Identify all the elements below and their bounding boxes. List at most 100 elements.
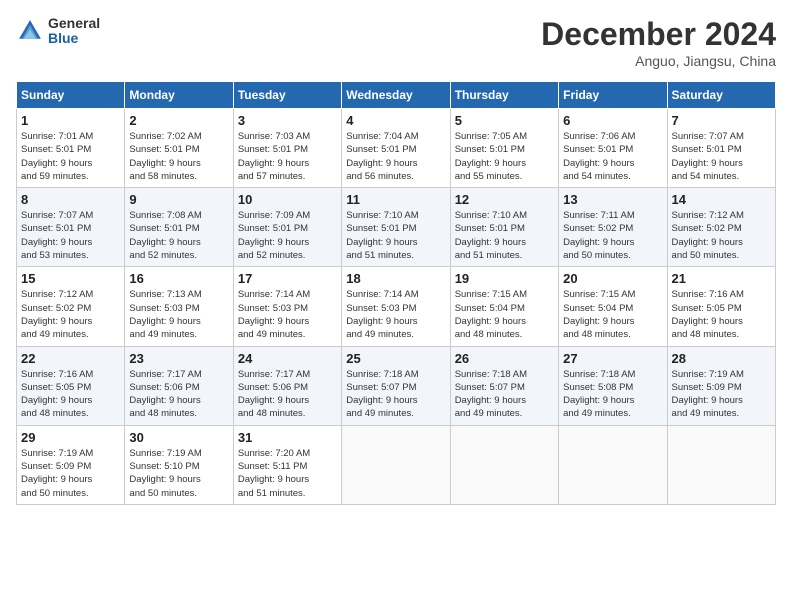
day-info: Sunrise: 7:05 AM Sunset: 5:01 PM Dayligh… <box>455 130 554 183</box>
calendar-cell: 6 Sunrise: 7:06 AM Sunset: 5:01 PM Daylig… <box>559 109 667 188</box>
calendar-cell: 1Sunrise: 7:01 AM Sunset: 5:01 PM Daylig… <box>17 109 125 188</box>
calendar-cell: 25 Sunrise: 7:18 AM Sunset: 5:07 PM Dayli… <box>342 346 450 425</box>
day-number: 28 <box>672 351 771 366</box>
logo-icon <box>16 17 44 45</box>
day-number: 19 <box>455 271 554 286</box>
day-info: Sunrise: 7:10 AM Sunset: 5:01 PM Dayligh… <box>455 209 554 262</box>
day-number: 24 <box>238 351 337 366</box>
day-info: Sunrise: 7:18 AM Sunset: 5:07 PM Dayligh… <box>346 368 445 421</box>
calendar-cell <box>342 425 450 504</box>
calendar-cell: 22 Sunrise: 7:16 AM Sunset: 5:05 PM Dayli… <box>17 346 125 425</box>
day-number: 5 <box>455 113 554 128</box>
day-info: Sunrise: 7:19 AM Sunset: 5:10 PM Dayligh… <box>129 447 228 500</box>
day-info: Sunrise: 7:10 AM Sunset: 5:01 PM Dayligh… <box>346 209 445 262</box>
day-number: 30 <box>129 430 228 445</box>
day-info: Sunrise: 7:12 AM Sunset: 5:02 PM Dayligh… <box>21 288 120 341</box>
location-text: Anguo, Jiangsu, China <box>541 53 776 69</box>
calendar-cell <box>667 425 775 504</box>
calendar-cell: 16Sunrise: 7:13 AM Sunset: 5:03 PM Dayli… <box>125 267 233 346</box>
day-info: Sunrise: 7:12 AM Sunset: 5:02 PM Dayligh… <box>672 209 771 262</box>
day-info: Sunrise: 7:08 AM Sunset: 5:01 PM Dayligh… <box>129 209 228 262</box>
calendar-week-row: 15 Sunrise: 7:12 AM Sunset: 5:02 PM Dayli… <box>17 267 776 346</box>
day-number: 20 <box>563 271 662 286</box>
calendar-cell: 30 Sunrise: 7:19 AM Sunset: 5:10 PM Dayli… <box>125 425 233 504</box>
calendar-cell: 2 Sunrise: 7:02 AM Sunset: 5:01 PM Daylig… <box>125 109 233 188</box>
day-number: 15 <box>21 271 120 286</box>
day-number: 31 <box>238 430 337 445</box>
day-number: 9 <box>129 192 228 207</box>
day-info: Sunrise: 7:14 AM Sunset: 5:03 PM Dayligh… <box>346 288 445 341</box>
calendar-cell: 3 Sunrise: 7:03 AM Sunset: 5:01 PM Daylig… <box>233 109 341 188</box>
day-number: 1 <box>21 113 120 128</box>
day-number: 3 <box>238 113 337 128</box>
day-number: 12 <box>455 192 554 207</box>
calendar-cell: 12 Sunrise: 7:10 AM Sunset: 5:01 PM Dayli… <box>450 188 558 267</box>
day-number: 17 <box>238 271 337 286</box>
calendar-cell: 11 Sunrise: 7:10 AM Sunset: 5:01 PM Dayli… <box>342 188 450 267</box>
day-number: 8 <box>21 192 120 207</box>
calendar-cell: 21 Sunrise: 7:16 AM Sunset: 5:05 PM Dayli… <box>667 267 775 346</box>
logo-general-text: General <box>48 16 100 31</box>
day-info: Sunrise: 7:19 AM Sunset: 5:09 PM Dayligh… <box>21 447 120 500</box>
calendar-cell: 19Sunrise: 7:15 AM Sunset: 5:04 PM Dayli… <box>450 267 558 346</box>
day-info: Sunrise: 7:20 AM Sunset: 5:11 PM Dayligh… <box>238 447 337 500</box>
day-number: 10 <box>238 192 337 207</box>
weekday-header-friday: Friday <box>559 82 667 109</box>
day-info: Sunrise: 7:04 AM Sunset: 5:01 PM Dayligh… <box>346 130 445 183</box>
calendar-cell: 9 Sunrise: 7:08 AM Sunset: 5:01 PM Daylig… <box>125 188 233 267</box>
day-number: 25 <box>346 351 445 366</box>
day-info: Sunrise: 7:16 AM Sunset: 5:05 PM Dayligh… <box>21 368 120 421</box>
day-number: 14 <box>672 192 771 207</box>
day-info: Sunrise: 7:17 AM Sunset: 5:06 PM Dayligh… <box>129 368 228 421</box>
calendar-cell: 18 Sunrise: 7:14 AM Sunset: 5:03 PM Dayli… <box>342 267 450 346</box>
title-block: December 2024 Anguo, Jiangsu, China <box>541 16 776 69</box>
calendar-cell <box>450 425 558 504</box>
calendar-week-row: 1Sunrise: 7:01 AM Sunset: 5:01 PM Daylig… <box>17 109 776 188</box>
day-number: 7 <box>672 113 771 128</box>
calendar-cell <box>559 425 667 504</box>
day-number: 22 <box>21 351 120 366</box>
calendar-cell: 17Sunrise: 7:14 AM Sunset: 5:03 PM Dayli… <box>233 267 341 346</box>
calendar-week-row: 22 Sunrise: 7:16 AM Sunset: 5:05 PM Dayli… <box>17 346 776 425</box>
calendar-cell: 15 Sunrise: 7:12 AM Sunset: 5:02 PM Dayli… <box>17 267 125 346</box>
weekday-header-monday: Monday <box>125 82 233 109</box>
calendar-cell: 5 Sunrise: 7:05 AM Sunset: 5:01 PM Daylig… <box>450 109 558 188</box>
calendar-cell: 7Sunrise: 7:07 AM Sunset: 5:01 PM Daylig… <box>667 109 775 188</box>
calendar-cell: 31 Sunrise: 7:20 AM Sunset: 5:11 PM Dayli… <box>233 425 341 504</box>
day-info: Sunrise: 7:03 AM Sunset: 5:01 PM Dayligh… <box>238 130 337 183</box>
day-number: 6 <box>563 113 662 128</box>
weekday-header-sunday: Sunday <box>17 82 125 109</box>
day-number: 26 <box>455 351 554 366</box>
calendar-cell: 14 Sunrise: 7:12 AM Sunset: 5:02 PM Dayli… <box>667 188 775 267</box>
day-number: 21 <box>672 271 771 286</box>
calendar-cell: 10Sunrise: 7:09 AM Sunset: 5:01 PM Dayli… <box>233 188 341 267</box>
day-number: 11 <box>346 192 445 207</box>
logo: General Blue <box>16 16 100 47</box>
day-number: 2 <box>129 113 228 128</box>
calendar-week-row: 8Sunrise: 7:07 AM Sunset: 5:01 PM Daylig… <box>17 188 776 267</box>
calendar-cell: 23Sunrise: 7:17 AM Sunset: 5:06 PM Dayli… <box>125 346 233 425</box>
weekday-header-tuesday: Tuesday <box>233 82 341 109</box>
calendar-week-row: 29Sunrise: 7:19 AM Sunset: 5:09 PM Dayli… <box>17 425 776 504</box>
calendar-cell: 28 Sunrise: 7:19 AM Sunset: 5:09 PM Dayli… <box>667 346 775 425</box>
day-info: Sunrise: 7:19 AM Sunset: 5:09 PM Dayligh… <box>672 368 771 421</box>
day-info: Sunrise: 7:02 AM Sunset: 5:01 PM Dayligh… <box>129 130 228 183</box>
calendar-cell: 4 Sunrise: 7:04 AM Sunset: 5:01 PM Daylig… <box>342 109 450 188</box>
logo-blue-text: Blue <box>48 31 100 46</box>
month-title: December 2024 <box>541 16 776 53</box>
weekday-header-thursday: Thursday <box>450 82 558 109</box>
page-header: General Blue December 2024 Anguo, Jiangs… <box>16 16 776 69</box>
calendar-cell: 8Sunrise: 7:07 AM Sunset: 5:01 PM Daylig… <box>17 188 125 267</box>
calendar-table: SundayMondayTuesdayWednesdayThursdayFrid… <box>16 81 776 505</box>
day-number: 27 <box>563 351 662 366</box>
day-info: Sunrise: 7:17 AM Sunset: 5:06 PM Dayligh… <box>238 368 337 421</box>
day-info: Sunrise: 7:06 AM Sunset: 5:01 PM Dayligh… <box>563 130 662 183</box>
day-info: Sunrise: 7:16 AM Sunset: 5:05 PM Dayligh… <box>672 288 771 341</box>
day-info: Sunrise: 7:18 AM Sunset: 5:08 PM Dayligh… <box>563 368 662 421</box>
day-number: 18 <box>346 271 445 286</box>
logo-text: General Blue <box>48 16 100 47</box>
calendar-cell: 20Sunrise: 7:15 AM Sunset: 5:04 PM Dayli… <box>559 267 667 346</box>
day-number: 4 <box>346 113 445 128</box>
weekday-header-wednesday: Wednesday <box>342 82 450 109</box>
calendar-cell: 24 Sunrise: 7:17 AM Sunset: 5:06 PM Dayli… <box>233 346 341 425</box>
